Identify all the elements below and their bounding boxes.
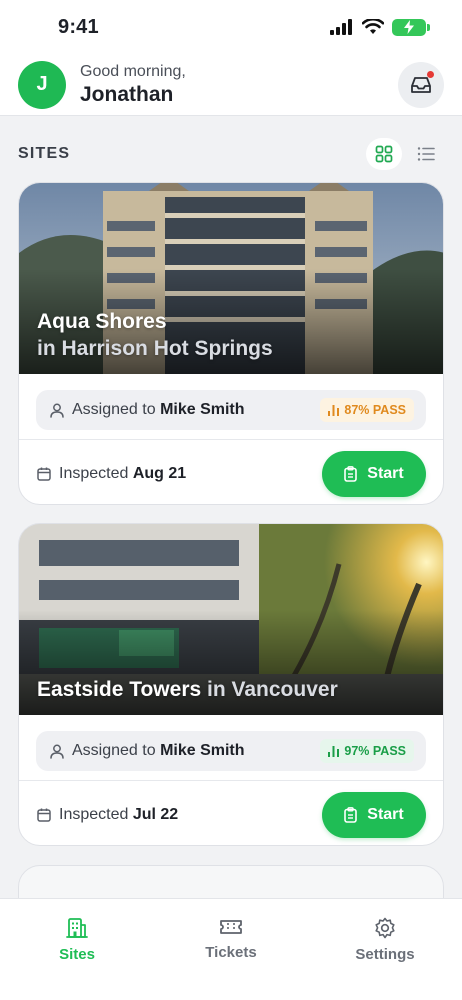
assigned-row: Assigned to Mike Smith 97% PASS xyxy=(36,731,426,771)
inspected-text: Inspected Aug 21 xyxy=(59,465,186,483)
clipboard-icon xyxy=(344,807,358,823)
wifi-icon xyxy=(362,19,384,34)
bar-chart-icon xyxy=(328,404,340,416)
start-label: Start xyxy=(367,806,404,823)
inbox-icon xyxy=(411,76,431,93)
greeting: Good morning, Jonathan xyxy=(80,62,186,108)
greeting-text: Good morning, xyxy=(80,62,186,80)
section-title: SITES xyxy=(18,145,71,162)
inspected-text: Inspected Jul 22 xyxy=(59,806,178,824)
status-bar: 9:41 xyxy=(0,0,462,54)
tab-sites[interactable]: Sites xyxy=(0,917,154,1000)
list-icon xyxy=(417,147,435,161)
signal-icon xyxy=(330,19,352,35)
start-label: Start xyxy=(367,465,404,482)
site-location: in Vancouver xyxy=(207,678,338,701)
tab-label: Settings xyxy=(355,946,415,963)
start-button[interactable]: Start xyxy=(322,792,426,838)
calendar-icon xyxy=(37,467,51,481)
view-toggle xyxy=(366,138,444,170)
battery-icon xyxy=(392,18,430,36)
site-photo: Aqua Shores in Harrison Hot Springs xyxy=(19,183,443,374)
calendar-icon xyxy=(37,808,51,822)
inbox-button[interactable] xyxy=(398,61,444,108)
assigned-text: Assigned to Mike Smith xyxy=(72,401,245,419)
gear-icon xyxy=(375,917,395,939)
inspected-row: Inspected Jul 22 Start xyxy=(37,792,426,838)
inspected-date: Aug 21 xyxy=(132,465,187,482)
grid-view-button[interactable] xyxy=(366,138,402,170)
site-photo: Eastside Towers in Vancouver xyxy=(19,524,443,715)
site-card[interactable]: Eastside Towers in Vancouver Assigned to… xyxy=(18,523,444,846)
tab-tickets[interactable]: Tickets xyxy=(154,917,308,1000)
assigned-text: Assigned to Mike Smith xyxy=(72,742,245,760)
notification-dot xyxy=(427,70,434,78)
list-view-button[interactable] xyxy=(408,138,444,170)
grid-icon xyxy=(375,145,393,163)
inspected-date: Jul 22 xyxy=(132,806,179,823)
site-title: Aqua Shores in Harrison Hot Springs xyxy=(37,308,425,362)
site-card[interactable]: Aqua Shores in Harrison Hot Springs Assi… xyxy=(18,182,444,505)
pass-rate-badge: 97% PASS xyxy=(320,739,414,763)
pass-rate-badge: 87% PASS xyxy=(320,398,414,422)
inspected-prefix: Inspected xyxy=(59,465,129,482)
inspected-row: Inspected Aug 21 Start xyxy=(37,451,426,497)
person-icon xyxy=(50,403,64,418)
building-icon xyxy=(66,918,88,938)
ticket-icon xyxy=(220,920,242,934)
site-name: Aqua Shores xyxy=(37,310,167,333)
clipboard-icon xyxy=(344,466,358,482)
assigned-row: Assigned to Mike Smith 87% PASS xyxy=(36,390,426,430)
status-icons xyxy=(330,18,430,36)
status-time: 9:41 xyxy=(58,15,99,38)
tab-settings[interactable]: Settings xyxy=(308,917,462,1000)
app-header: J Good morning, Jonathan xyxy=(0,54,462,116)
pass-rate: 87% PASS xyxy=(344,403,406,417)
user-name: Jonathan xyxy=(80,82,174,106)
assigned-prefix: Assigned to xyxy=(72,742,156,759)
assignee-name: Mike Smith xyxy=(160,742,245,759)
tab-label: Tickets xyxy=(205,944,257,961)
avatar[interactable]: J xyxy=(18,60,66,109)
start-button[interactable]: Start xyxy=(322,451,426,497)
pass-rate: 97% PASS xyxy=(344,744,406,758)
site-title: Eastside Towers in Vancouver xyxy=(37,676,425,703)
divider xyxy=(19,780,443,781)
person-icon xyxy=(50,744,64,759)
inspected-prefix: Inspected xyxy=(59,806,129,823)
assignee-name: Mike Smith xyxy=(160,401,245,418)
assigned-prefix: Assigned to xyxy=(72,401,156,418)
divider xyxy=(19,439,443,440)
sites-section-header: SITES xyxy=(18,136,444,172)
tab-bar: Sites Tickets Settings xyxy=(0,898,462,1000)
site-name: Eastside Towers xyxy=(37,678,202,701)
site-location: in Harrison Hot Springs xyxy=(37,337,273,360)
bar-chart-icon xyxy=(328,745,340,757)
tab-label: Sites xyxy=(59,946,95,963)
